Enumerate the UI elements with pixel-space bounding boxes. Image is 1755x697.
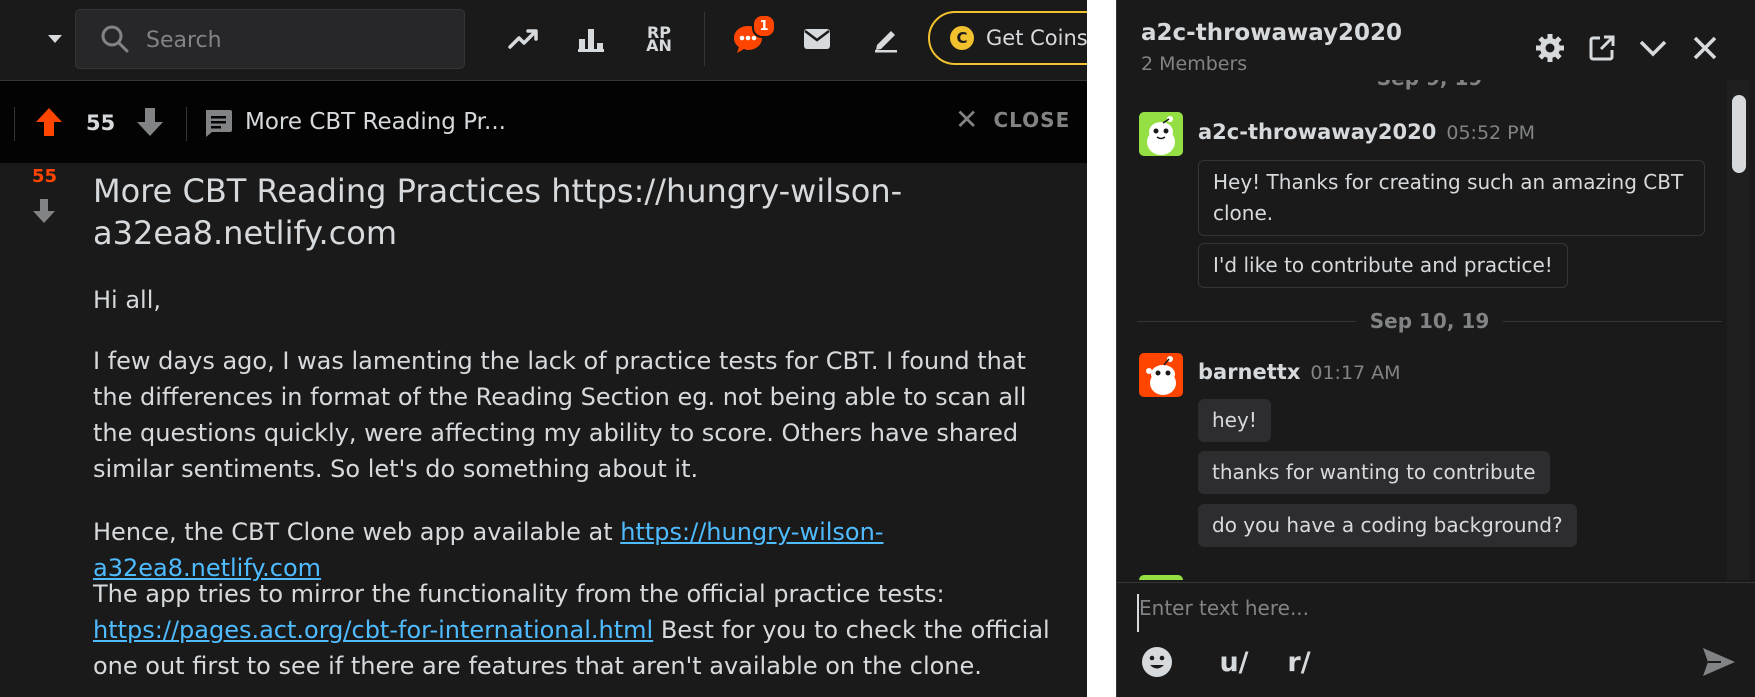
message-bubble[interactable]: thanks for wanting to contribute [1198, 451, 1550, 494]
message-bubble[interactable]: do you have a coding background? [1198, 504, 1577, 547]
chat-window: a2c-throwaway2020 2 Members Sep 9, 19 a2… [1116, 0, 1755, 697]
date-separator-partial: Sep 9, 19 [1137, 80, 1722, 90]
get-coins-label: Get Coins [986, 26, 1087, 50]
post-paragraph-2-text: Hence, the CBT Clone web app available a… [93, 518, 621, 546]
search-input[interactable] [144, 20, 448, 60]
post-paragraph-1: I few days ago, I was lamenting the lack… [93, 347, 1027, 483]
panel-gap [1087, 0, 1116, 697]
message-timestamp: 05:52 PM [1446, 122, 1536, 144]
date-separator: Sep 10, 19 [1137, 309, 1723, 333]
subreddit-mention-button[interactable]: r/ [1277, 641, 1321, 683]
settings-gear-icon[interactable] [1532, 30, 1568, 66]
post-paragraph-3-text: The app tries to mirror the functionalit… [93, 580, 945, 608]
message-author[interactable]: barnettx 01:17 AM [1198, 360, 1401, 384]
close-post-button[interactable]: ✕ CLOSE [955, 103, 1071, 136]
message-input[interactable] [1137, 594, 1699, 632]
message-bubble[interactable]: I'd like to contribute and practice! [1198, 243, 1568, 288]
post-official-link[interactable]: https://pages.act.org/cbt-for-internatio… [93, 616, 653, 644]
header-divider [704, 12, 705, 66]
date-separator-text: Sep 9, 19 [1363, 80, 1497, 90]
emoji-icon[interactable] [1137, 641, 1177, 683]
community-dropdown-caret-icon[interactable] [48, 35, 62, 43]
search-box[interactable] [75, 9, 465, 69]
avatar[interactable] [1139, 575, 1183, 580]
message-author[interactable]: a2c-throwaway2020 05:52 PM [1198, 120, 1535, 144]
post-top-bar [0, 81, 1087, 163]
postbar-divider-right [186, 107, 187, 141]
message-bubble[interactable]: Hey! Thanks for creating such an amazing… [1198, 160, 1705, 236]
reddit-header: RP AN 1 C Get Coins [0, 0, 1087, 81]
popout-icon[interactable] [1584, 30, 1620, 66]
message-bubble[interactable]: hey! [1198, 399, 1271, 442]
date-line [1503, 320, 1723, 322]
post-greeting: Hi all, [93, 286, 162, 314]
rpan-icon-line2: AN [646, 36, 672, 55]
chat-title: a2c-throwaway2020 [1141, 20, 1403, 46]
mail-icon[interactable] [796, 18, 838, 60]
postbar-divider-left [14, 107, 15, 141]
get-coins-button[interactable]: C Get Coins [928, 11, 1087, 65]
search-icon [100, 24, 130, 58]
all-stats-icon[interactable] [570, 18, 612, 60]
message-author-name: barnettx [1198, 360, 1301, 384]
close-icon: ✕ [955, 103, 980, 136]
date-separator-text: Sep 10, 19 [1369, 309, 1490, 333]
avatar[interactable] [1139, 353, 1183, 397]
coin-icon: C [950, 26, 974, 50]
postbar-score: 55 [86, 111, 116, 135]
post-title: More CBT Reading Practices https://hungr… [93, 172, 903, 252]
chat-header: a2c-throwaway2020 2 Members [1117, 0, 1755, 80]
post-text-icon [203, 108, 233, 142]
message-timestamp: 01:17 AM [1310, 362, 1401, 384]
user-mention-button[interactable]: u/ [1212, 641, 1256, 683]
close-chat-icon[interactable] [1687, 30, 1723, 66]
message-composer: u/ r/ [1117, 582, 1755, 697]
popular-trending-icon[interactable] [502, 18, 544, 60]
send-icon[interactable] [1697, 641, 1741, 683]
chat-messages: Sep 9, 19 a2c-throwaway2020 05:52 PM Hey!… [1117, 80, 1755, 580]
close-label: CLOSE [993, 108, 1071, 132]
minimize-chevron-down-icon[interactable] [1635, 30, 1671, 66]
post-downvote-icon[interactable] [32, 198, 56, 228]
downvote-arrow-icon[interactable] [136, 107, 164, 141]
avatar[interactable] [1139, 112, 1183, 156]
post-paragraph-3: The app tries to mirror the functionalit… [93, 576, 1063, 684]
reddit-post-view: RP AN 1 C Get Coins 5 [0, 0, 1087, 697]
create-post-pencil-icon[interactable] [865, 18, 907, 60]
message-author-name: a2c-throwaway2020 [1198, 120, 1437, 144]
date-line [1137, 320, 1356, 322]
postbar-title: More CBT Reading Pr... [245, 109, 506, 135]
chat-notification-badge: 1 [752, 14, 776, 38]
upvote-arrow-icon[interactable] [35, 107, 63, 141]
chat-members-count: 2 Members [1141, 53, 1248, 75]
rpan-icon[interactable]: RP AN [638, 18, 680, 60]
post-side-score: 55 [32, 166, 58, 187]
